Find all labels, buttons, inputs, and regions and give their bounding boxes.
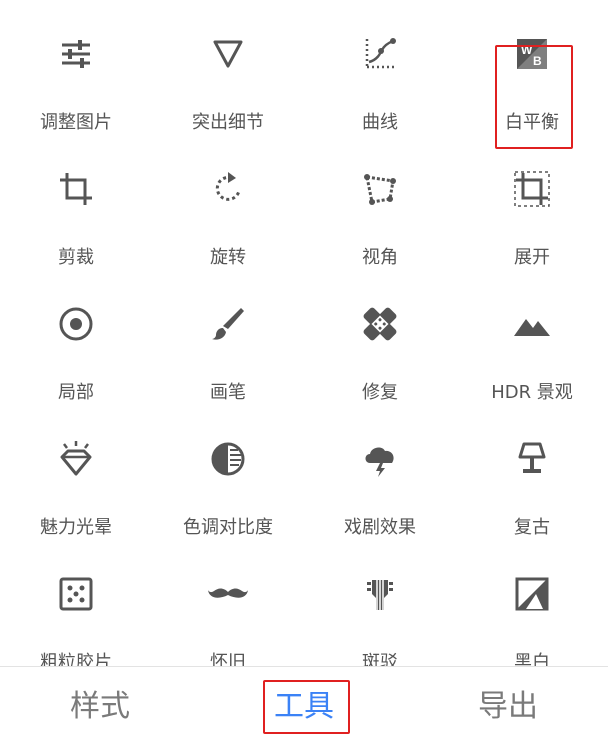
tool-crop[interactable]: 剪裁 [0,145,152,268]
tool-label: 展开 [514,247,550,268]
tool-label: 黑白 [514,652,550,666]
tool-expand[interactable]: 展开 [456,145,608,268]
tool-label: 局部 [58,382,94,403]
tool-brush[interactable]: 画笔 [152,280,304,403]
mountain-icon [512,304,552,344]
tool-label: 魅力光晕 [40,517,112,538]
tool-curves[interactable]: 曲线 [304,10,456,133]
tool-grunge[interactable]: 斑驳 [304,550,456,666]
tune-sliders-icon [56,34,96,74]
tool-label: 旋转 [210,247,246,268]
tool-label: HDR 景观 [491,382,573,403]
bottom-tab-bar: 样式 工具 导出 [0,666,608,746]
tool-label: 曲线 [362,112,398,133]
tool-drama[interactable]: 戏剧效果 [304,415,456,538]
tool-retrolux[interactable]: 怀旧 [152,550,304,666]
tool-tonal-contrast[interactable]: 色调对比度 [152,415,304,538]
tool-label: 剪裁 [58,247,94,268]
storm-cloud-icon [360,439,400,479]
tool-label: 视角 [362,247,398,268]
healing-bandage-icon [360,304,400,344]
crop-icon [56,169,96,209]
grunge-guitar-icon [360,574,400,614]
tool-black-white[interactable]: 黑白 [456,550,608,666]
tonal-contrast-icon [208,439,248,479]
mustache-icon [208,574,248,614]
tool-perspective[interactable]: 视角 [304,145,456,268]
tab-styles[interactable]: 样式 [30,667,170,747]
tool-label: 复古 [514,517,550,538]
tools-grid: 调整图片 突出细节 曲线 W B 白平衡 剪裁 旋转 视角 展开 局部 画笔 修… [0,0,608,666]
tool-label: 调整图片 [40,112,112,133]
tool-hdr[interactable]: HDR 景观 [456,280,608,403]
tool-label: 色调对比度 [183,517,273,538]
tool-adjust-image[interactable]: 调整图片 [0,10,152,133]
tool-glamour-glow[interactable]: 魅力光晕 [0,415,152,538]
brush-icon [208,304,248,344]
tool-vintage[interactable]: 复古 [456,415,608,538]
tool-label: 粗粒胶片 [40,652,112,666]
tool-label: 怀旧 [210,652,246,666]
curves-icon [360,34,400,74]
glamour-glow-diamond-icon [56,439,96,479]
tools-tab-highlight-box [263,680,350,734]
expand-icon [512,169,552,209]
tool-details[interactable]: 突出细节 [152,10,304,133]
rotate-icon [208,169,248,209]
tool-label: 画笔 [210,382,246,403]
tool-label: 戏剧效果 [344,517,416,538]
tool-selective[interactable]: 局部 [0,280,152,403]
selective-target-icon [56,304,96,344]
perspective-icon [360,169,400,209]
tool-label: 突出细节 [192,112,264,133]
grainy-film-dice-icon [56,574,96,614]
white-balance-highlight-box [495,45,573,149]
tool-label: 修复 [362,382,398,403]
tab-export[interactable]: 导出 [438,667,578,747]
tool-rotate[interactable]: 旋转 [152,145,304,268]
triangle-down-icon [208,34,248,74]
black-white-photo-icon [512,574,552,614]
tool-healing[interactable]: 修复 [304,280,456,403]
lamp-icon [512,439,552,479]
tool-label: 斑驳 [362,652,398,666]
tool-grainy-film[interactable]: 粗粒胶片 [0,550,152,666]
